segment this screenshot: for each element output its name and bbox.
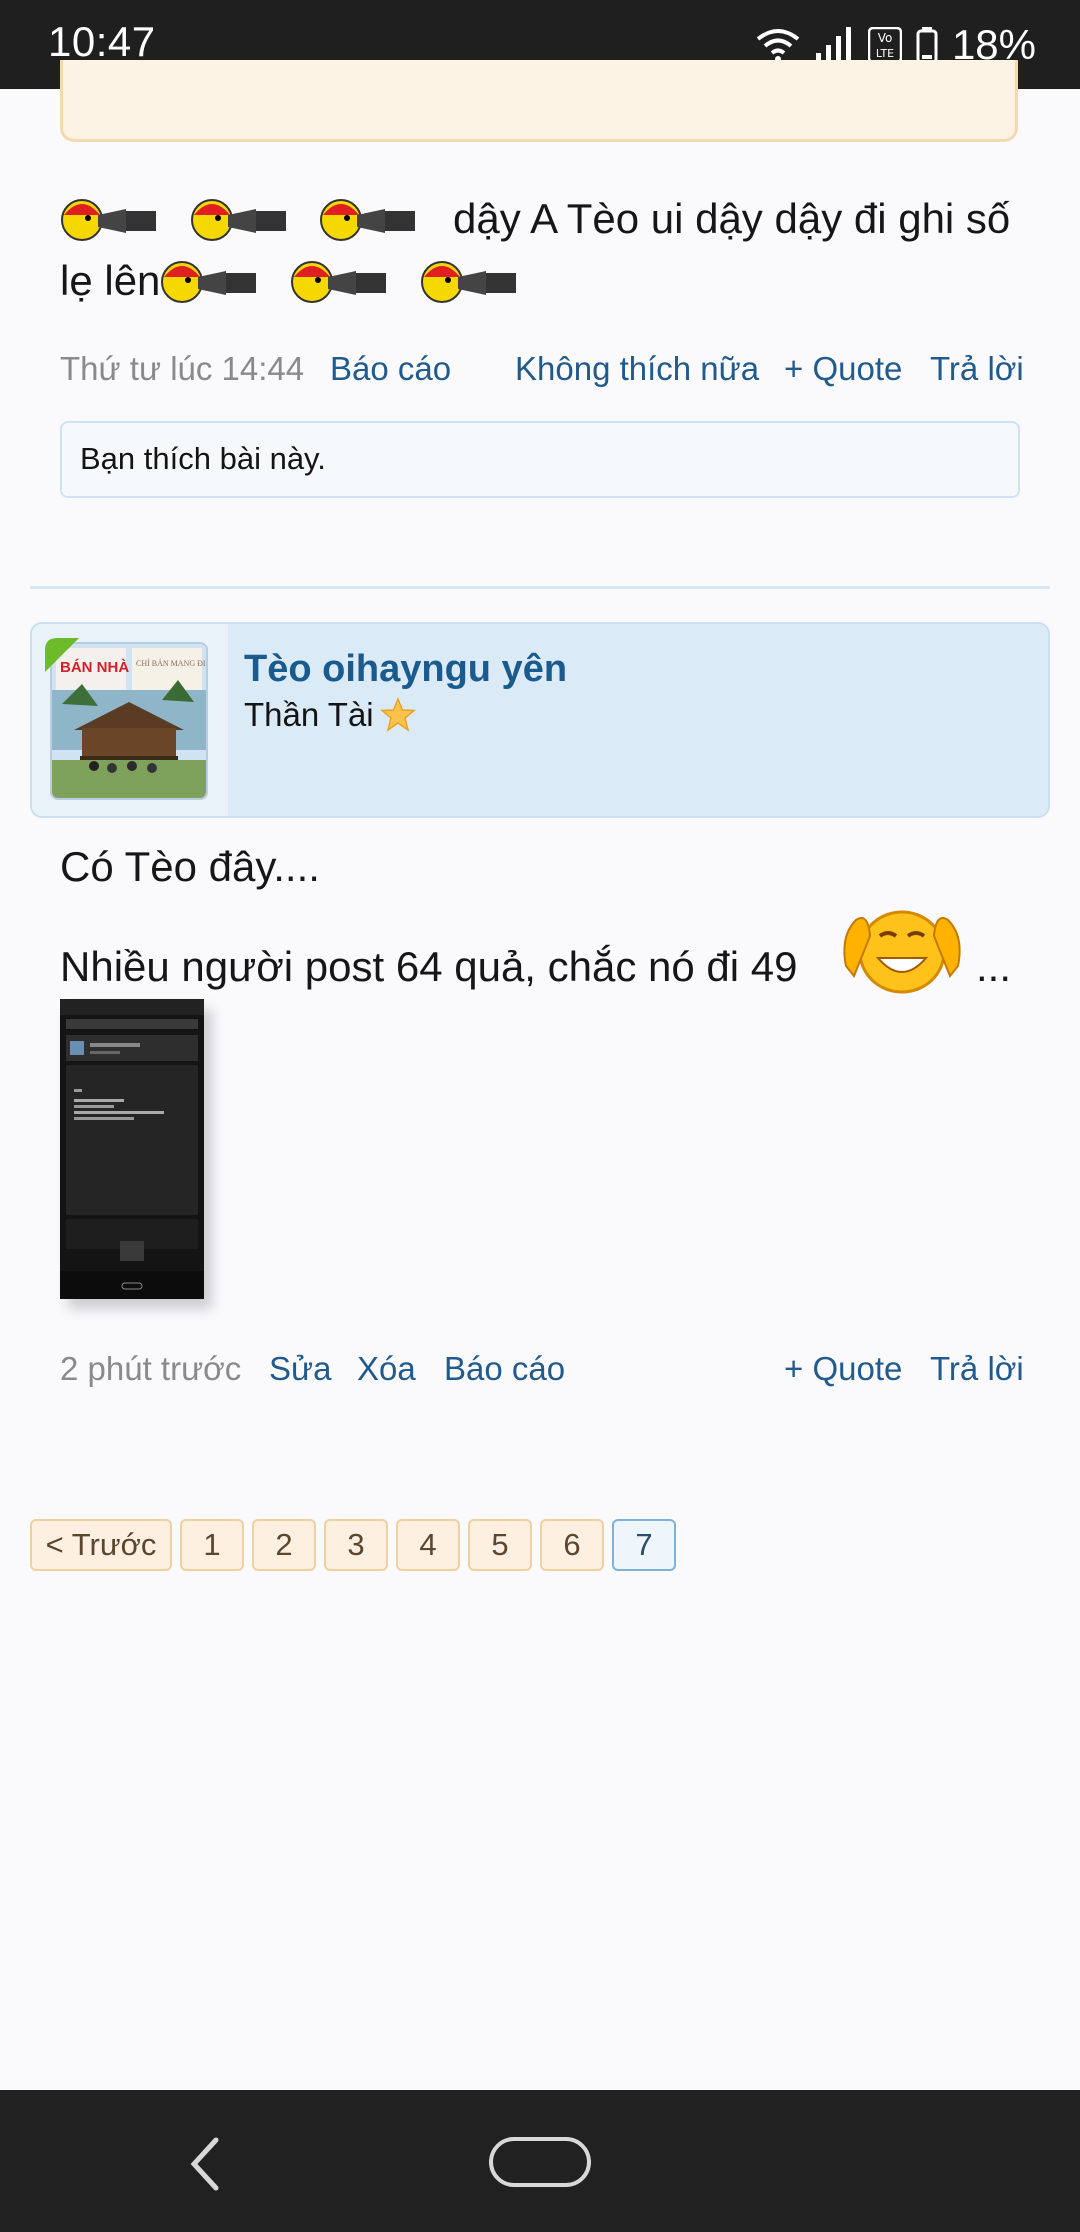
- online-badge-icon: [45, 638, 79, 672]
- avatar-column: BÁN NHÀ CHỈ BÁN MANG ĐI: [32, 624, 228, 816]
- pagination-page-3[interactable]: 3: [324, 1519, 388, 1571]
- pagination-prev-button[interactable]: < Trước: [30, 1519, 172, 1571]
- post2-author-title: Thần Tài: [244, 696, 374, 733]
- post2-timestamp[interactable]: 2 phút trước: [60, 1350, 241, 1388]
- post2-author-title-row: Thần Tài: [244, 696, 416, 734]
- post2-user-header: BÁN NHÀ CHỈ BÁN MANG ĐI Tèo oihayngu yên…: [30, 622, 1050, 818]
- post2-line1: Có Tèo đây....: [60, 843, 320, 890]
- smiley-megaphone-icon: [290, 255, 390, 305]
- svg-text:LTE: LTE: [876, 47, 894, 60]
- pagination-page-7-current[interactable]: 7: [612, 1519, 676, 1571]
- battery-icon: [916, 27, 938, 63]
- back-icon[interactable]: [186, 2134, 226, 2194]
- pagination-page-4[interactable]: 4: [396, 1519, 460, 1571]
- volte-icon: Vo LTE: [867, 27, 902, 63]
- post2-reply-link[interactable]: Trả lời: [930, 1350, 1024, 1388]
- svg-text:Vo: Vo: [878, 31, 893, 45]
- star-icon: [379, 697, 416, 732]
- post1-line1: dậy A Tèo ui dậy dậy đi ghi số: [60, 188, 1050, 250]
- post1-quote-link[interactable]: + Quote: [784, 350, 902, 388]
- post2-line2: Nhiều người post 64 quả, chắc nó đi 49: [60, 943, 798, 990]
- post2-author-name[interactable]: Tèo oihayngu yên: [244, 648, 567, 691]
- system-nav-bar: [0, 2090, 1080, 2232]
- pagination-page-2[interactable]: 2: [252, 1519, 316, 1571]
- status-time: 10:47: [48, 18, 156, 65]
- smiley-megaphone-icon: [60, 193, 160, 243]
- post2-quote-link[interactable]: + Quote: [784, 1350, 902, 1388]
- post1-report-link[interactable]: Báo cáo: [330, 350, 451, 388]
- pagination-page-6[interactable]: 6: [540, 1519, 604, 1571]
- screenshot-preview-image: [60, 999, 204, 1299]
- quote-box: [60, 60, 1018, 142]
- smiley-megaphone-icon: [319, 193, 419, 243]
- post1-text-line1: dậy A Tèo ui dậy dậy đi ghi số: [453, 195, 1011, 242]
- pagination-page-5[interactable]: 5: [468, 1519, 532, 1571]
- post1-text-line2: lẹ lên: [60, 257, 161, 304]
- post2-report-link[interactable]: Báo cáo: [444, 1350, 565, 1388]
- post2-delete-link[interactable]: Xóa: [357, 1350, 416, 1388]
- smiley-megaphone-icon: [420, 255, 520, 305]
- laughing-emoji-icon: [843, 910, 961, 994]
- post-divider: [30, 586, 1050, 589]
- post2-line2-suffix: ...: [976, 943, 1012, 990]
- smiley-megaphone-icon: [160, 255, 260, 305]
- likes-summary: Bạn thích bài này.: [60, 421, 1020, 498]
- attachment-thumbnail[interactable]: [60, 999, 204, 1299]
- home-icon[interactable]: [488, 2136, 592, 2188]
- post1-line2: lẹ lên: [60, 250, 1050, 312]
- post1-body: dậy A Tèo ui dậy dậy đi ghi số lẹ lên: [60, 188, 1050, 312]
- post1-timestamp[interactable]: Thứ tư lúc 14:44: [60, 350, 304, 388]
- pagination-page-1[interactable]: 1: [180, 1519, 244, 1571]
- signal-icon: [815, 27, 851, 63]
- wifi-icon: [756, 29, 800, 62]
- post1-reply-link[interactable]: Trả lời: [930, 350, 1024, 388]
- post1-unlike-link[interactable]: Không thích nữa: [515, 350, 759, 388]
- post2-edit-link[interactable]: Sửa: [269, 1350, 331, 1388]
- smiley-megaphone-icon: [190, 193, 290, 243]
- avatar-sign-right: CHỈ BÁN MANG ĐI: [136, 658, 206, 668]
